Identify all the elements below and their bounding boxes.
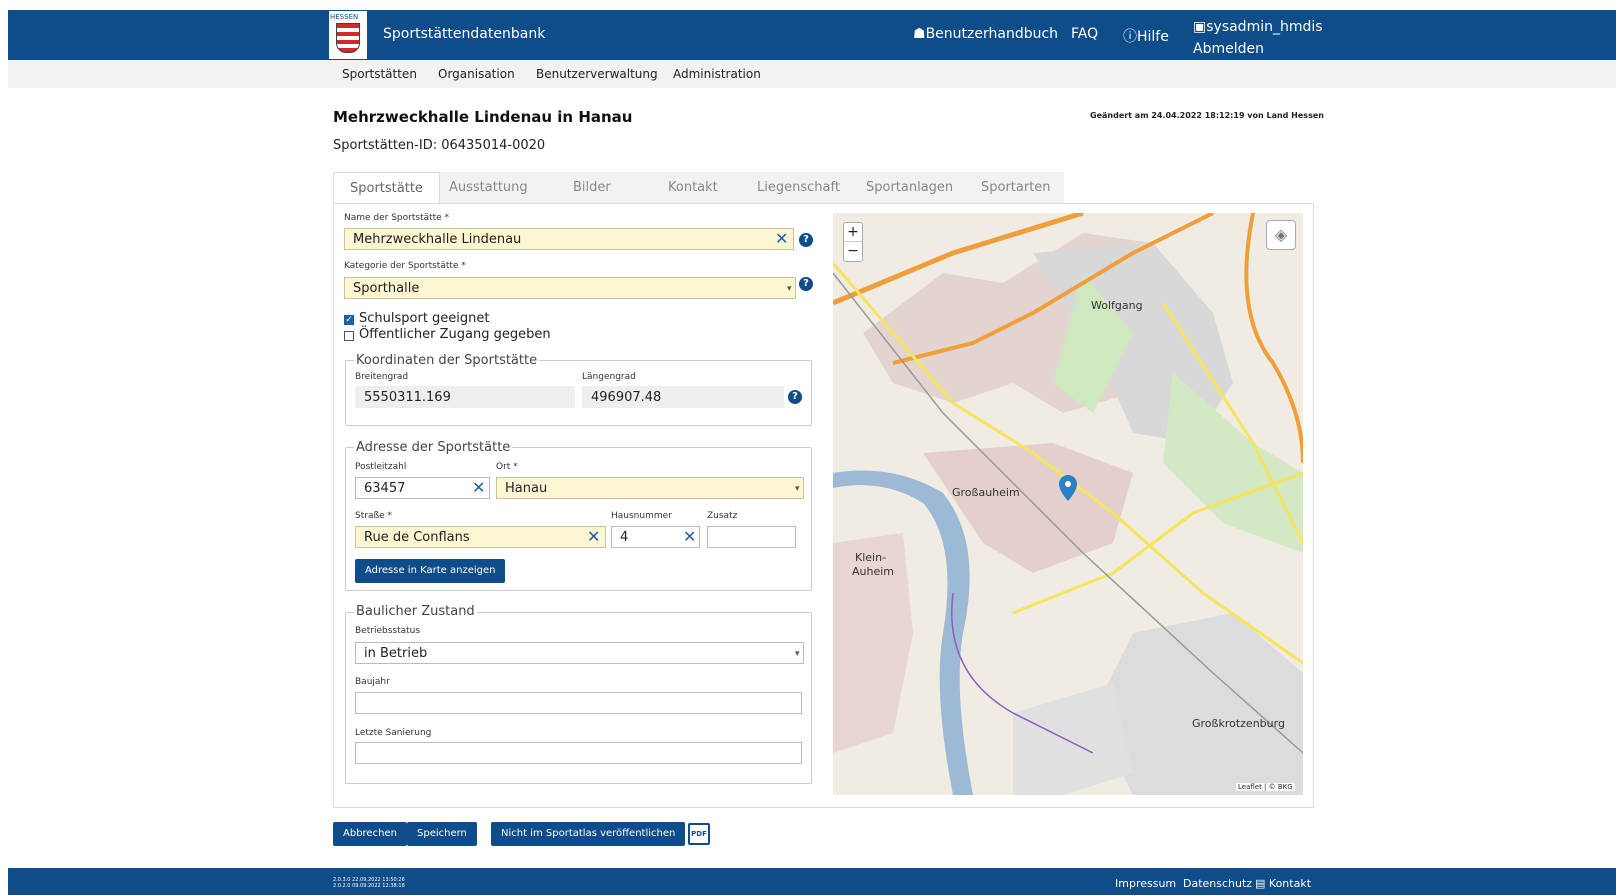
user-menu[interactable]: ▣sysadmin_hmdis Abmelden (1193, 16, 1323, 60)
year-label: Baujahr (355, 677, 390, 687)
clear-street-icon[interactable]: ✕ (587, 529, 600, 545)
cancel-button[interactable]: Abbrechen (333, 822, 407, 846)
privacy-link[interactable]: Datenschutz (1183, 877, 1252, 890)
category-label: Kategorie der Sportstätte * (344, 261, 466, 271)
school-sport-label: Schulsport geeignet (359, 311, 490, 326)
zoom-out-button[interactable]: − (844, 242, 862, 261)
street-label: Straße * (355, 511, 393, 521)
chevron-down-icon: ▾ (795, 649, 800, 659)
map-label-auheim: Auheim (852, 565, 895, 578)
renovation-input[interactable] (355, 742, 802, 764)
unpublish-button[interactable]: Nicht im Sportatlas veröffentlichen (491, 822, 686, 846)
status-select[interactable]: in Betrieb (355, 642, 804, 664)
city-select[interactable]: Hanau (496, 477, 804, 499)
zip-label: Postleitzahl (355, 462, 407, 472)
tab-liegenschaft[interactable]: Liegenschaft (757, 180, 840, 195)
help-icon[interactable]: ? (788, 390, 802, 404)
longitude-input[interactable]: 496907.48 (582, 386, 784, 408)
map-label-klein: Klein- (855, 551, 887, 564)
map-canvas (833, 213, 1303, 795)
manual-icon: ☗ (913, 26, 926, 42)
changed-info: Geändert am 24.04.2022 18:12:19 von Land… (1090, 111, 1324, 120)
map-view[interactable]: Wolfgang Großauheim Klein- Auheim Großkr… (833, 213, 1303, 795)
tab-bar: Sportstätte Ausstattung Bilder Kontakt L… (333, 172, 1064, 205)
show-address-on-map-button[interactable]: Adresse in Karte anzeigen (355, 559, 506, 583)
zoom-in-button[interactable]: + (844, 223, 862, 242)
footer-bar (8, 868, 1616, 895)
facility-id: Sportstätten-ID: 06435014-0020 (333, 138, 546, 153)
category-select[interactable]: Sporthalle (344, 277, 796, 299)
nav-sportstaetten[interactable]: Sportstätten (342, 67, 417, 81)
tab-kontakt[interactable]: Kontakt (668, 180, 718, 195)
extra-label: Zusatz (707, 511, 738, 521)
coordinates-legend: Koordinaten der Sportstätte (354, 353, 540, 368)
map-attribution[interactable]: Leaflet | © BKG (1236, 783, 1295, 791)
clear-name-icon[interactable]: ✕ (775, 231, 788, 247)
status-label: Betriebsstatus (355, 626, 421, 636)
manual-link[interactable]: ☗Benutzerhandbuch (913, 26, 1058, 42)
number-label: Hausnummer (611, 511, 672, 521)
version-info: 2.0.3.0 22.09.2022 13:50:26 2.0.2.0 09.0… (333, 877, 405, 889)
impressum-link[interactable]: Impressum (1115, 877, 1176, 890)
zip-input[interactable]: 63457 (355, 477, 490, 499)
nav-organisation[interactable]: Organisation (438, 67, 515, 81)
map-label-wolfgang: Wolfgang (1091, 299, 1143, 312)
help-icon[interactable]: ? (799, 233, 813, 247)
save-button[interactable]: Speichern (407, 822, 477, 846)
name-label: Name der Sportstätte * (344, 213, 450, 223)
hessen-shield-icon (336, 23, 360, 53)
contact-card-icon: ▤ (1255, 877, 1266, 890)
pdf-icon[interactable]: PDF (688, 823, 710, 845)
renovation-label: Letzte Sanierung (355, 728, 432, 738)
public-access-checkbox[interactable] (344, 331, 354, 341)
page-title: Mehrzweckhalle Lindenau in Hanau (333, 108, 633, 126)
layers-icon[interactable]: ◈ (1266, 220, 1296, 250)
school-sport-checkbox[interactable]: ✓ (344, 315, 354, 325)
tab-sportanlagen[interactable]: Sportanlagen (866, 180, 953, 195)
condition-legend: Baulicher Zustand (354, 604, 477, 619)
hessen-logo[interactable]: HESSEN (329, 11, 367, 59)
map-marker-icon[interactable] (1059, 475, 1077, 501)
map-label-grosskrotzenburg: Großkrotzenburg (1192, 717, 1285, 730)
extra-input[interactable] (707, 526, 796, 548)
latitude-label: Breitengrad (355, 372, 409, 382)
tab-sportarten[interactable]: Sportarten (981, 180, 1051, 195)
chevron-down-icon: ▾ (795, 484, 800, 494)
username[interactable]: sysadmin_hmdis (1206, 19, 1322, 35)
address-legend: Adresse der Sportstätte (354, 440, 513, 455)
sub-nav-bar (8, 60, 1616, 88)
user-icon: ▣ (1193, 19, 1207, 35)
zoom-control: + − (843, 222, 863, 262)
longitude-label: Längengrad (582, 372, 636, 382)
contact-link[interactable]: ▤ Kontakt (1255, 877, 1311, 890)
tab-ausstattung[interactable]: Ausstattung (449, 180, 528, 195)
top-bar (8, 10, 1616, 60)
clear-number-icon[interactable]: ✕ (683, 529, 696, 545)
street-input[interactable]: Rue de Conflans (355, 526, 606, 548)
nav-benutzerverwaltung[interactable]: Benutzerverwaltung (536, 67, 658, 81)
year-input[interactable] (355, 692, 802, 714)
help-circle-icon: ⓘ (1123, 29, 1137, 45)
logo-text: HESSEN (330, 13, 359, 21)
map-label-grossauheim: Großauheim (952, 486, 1020, 499)
faq-link[interactable]: FAQ (1071, 26, 1098, 42)
city-label: Ort * (496, 462, 518, 472)
latitude-input[interactable]: 5550311.169 (355, 386, 575, 408)
tab-bilder[interactable]: Bilder (573, 180, 611, 195)
app-title[interactable]: Sportstättendatenbank (383, 26, 545, 42)
name-input[interactable]: Mehrzweckhalle Lindenau (344, 228, 794, 250)
clear-zip-icon[interactable]: ✕ (472, 480, 485, 496)
help-link[interactable]: ⓘHilfe (1123, 26, 1169, 46)
logout-link[interactable]: Abmelden (1193, 38, 1323, 60)
nav-administration[interactable]: Administration (673, 67, 761, 81)
public-access-label: Öffentlicher Zugang gegeben (359, 327, 551, 342)
chevron-down-icon: ▾ (787, 284, 792, 294)
help-icon[interactable]: ? (799, 277, 813, 291)
tab-sportstaette[interactable]: Sportstätte (333, 172, 440, 205)
